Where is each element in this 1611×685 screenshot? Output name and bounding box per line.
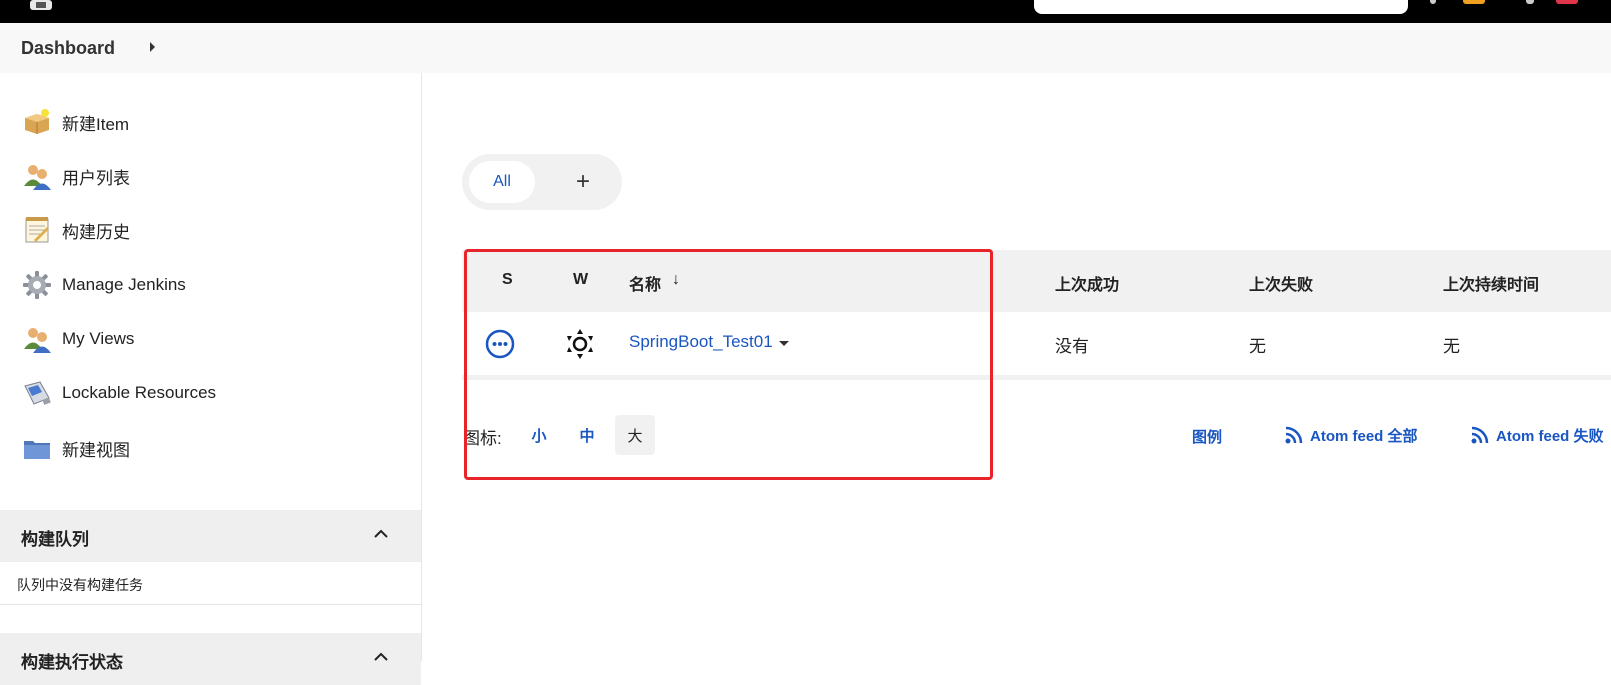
alert-badge-icon[interactable] (1556, 0, 1578, 4)
sidebar-item-my-views[interactable]: My Views (22, 319, 134, 359)
breadcrumb-dashboard[interactable]: Dashboard (21, 38, 115, 59)
icon-size-small-button[interactable]: 小 (519, 415, 559, 455)
icon-size-large-button[interactable]: 大 (615, 415, 655, 455)
sidebar-item-label: My Views (62, 329, 135, 348)
users-icon (22, 161, 52, 191)
tab-all[interactable]: All (469, 161, 535, 203)
rss-feed-icon (1285, 426, 1303, 444)
cell-last-success: 没有 (1055, 337, 1089, 356)
atom-feed-failures-link[interactable]: Atom feed 失败 (1470, 424, 1604, 446)
build-queue-body: 队列中没有构建任务 (0, 562, 421, 605)
build-queue-header[interactable]: 构建队列 (0, 510, 421, 562)
notepad-icon (22, 215, 52, 245)
column-header-last-duration[interactable]: 上次持续时间 (1443, 271, 1539, 295)
gear-icon (22, 270, 52, 300)
chevron-up-icon[interactable] (373, 526, 389, 542)
atom-feed-all-link[interactable]: Atom feed 全部 (1284, 424, 1418, 446)
sidebar-item-lockable-resources[interactable]: Lockable Resources (22, 373, 216, 413)
sidebar-item-label: 用户列表 (62, 168, 130, 188)
view-tabs: All + (462, 154, 622, 210)
column-header-status[interactable]: S (502, 271, 513, 289)
users-icon (22, 324, 52, 354)
atom-feed-all-label: Atom feed 全部 (1310, 427, 1418, 445)
sunny-icon (567, 329, 593, 359)
sort-arrow-icon[interactable]: ↓ (672, 271, 680, 289)
chevron-down-icon[interactable] (779, 341, 789, 346)
sidebar-item-new-view[interactable]: 新建视图 (22, 428, 130, 468)
warning-badge-icon[interactable] (1463, 0, 1485, 4)
jenkins-logo-icon[interactable] (28, 0, 54, 12)
executor-status-header[interactable]: 构建执行状态 (0, 633, 421, 685)
sidebar-item-users[interactable]: 用户列表 (22, 156, 130, 196)
legend-link[interactable]: 图例 (1192, 426, 1222, 447)
sidebar-item-label: 新建Item (62, 114, 130, 134)
sidebar-item-build-history[interactable]: 构建历史 (22, 210, 130, 250)
rss-feed-icon (1471, 426, 1489, 444)
folder-icon (22, 433, 52, 463)
sidebar-item-new-item[interactable]: 新建Item (22, 102, 129, 142)
build-queue-empty-text: 队列中没有构建任务 (17, 577, 143, 593)
sidebar-item-manage-jenkins[interactable]: Manage Jenkins (22, 265, 186, 305)
jobs-table-header: S W 名称 ↓ 上次成功 上次失败 上次持续时间 (462, 250, 1611, 312)
icon-size-medium-button[interactable]: 中 (567, 415, 607, 455)
table-row: SpringBoot_Test01 没有 无 无 (462, 312, 1611, 380)
add-view-button[interactable]: + (562, 161, 604, 203)
breadcrumb: Dashboard (0, 23, 1611, 73)
usb-drive-icon (22, 378, 52, 408)
column-header-last-success[interactable]: 上次成功 (1055, 271, 1119, 295)
cell-last-duration: 无 (1443, 337, 1460, 356)
sidebar-item-label: 新建视图 (62, 440, 130, 460)
not-built-icon (485, 329, 515, 359)
breadcrumb-chevron-icon[interactable] (150, 42, 155, 52)
column-header-weather[interactable]: W (573, 271, 588, 289)
search-input[interactable] (1034, 0, 1408, 14)
cell-last-failure: 无 (1249, 337, 1266, 356)
chevron-up-icon[interactable] (373, 649, 389, 665)
top-header (0, 0, 1611, 23)
job-link[interactable]: SpringBoot_Test01 (629, 332, 773, 352)
sidebar: 新建Item 用户列表 构建历史 Manage Jenkins My Views… (0, 73, 422, 685)
sidebar-item-label: Manage Jenkins (62, 275, 186, 294)
notification-icon[interactable] (1430, 0, 1436, 4)
atom-feed-failures-label: Atom feed 失败 (1496, 427, 1604, 445)
sidebar-item-label: Lockable Resources (62, 383, 217, 402)
shield-icon[interactable] (1526, 0, 1534, 4)
build-queue-title: 构建队列 (21, 530, 89, 549)
new-item-icon (22, 107, 52, 137)
column-header-last-failure[interactable]: 上次失败 (1249, 271, 1313, 295)
sidebar-item-label: 构建历史 (62, 222, 130, 242)
column-header-name[interactable]: 名称 (629, 271, 661, 295)
icon-size-label: 图标: (463, 429, 502, 448)
